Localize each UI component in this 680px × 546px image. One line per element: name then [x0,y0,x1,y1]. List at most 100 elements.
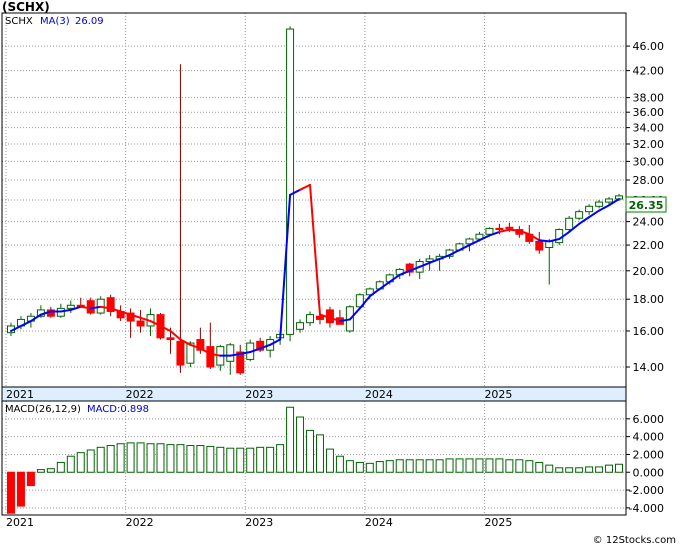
macd-bar [106,445,115,473]
macd-bar [156,443,165,473]
macd-bar [535,461,544,473]
x-tick-label: 2025 [484,388,512,401]
watermark: © 12Stocks.com [593,535,676,546]
candle-body [286,28,295,335]
macd-bar [435,459,444,473]
x-axis-band [1,386,627,402]
candle-body [535,240,544,251]
macd-y-tick-label: 6.000 [633,413,665,426]
macd-bar [76,452,85,473]
macd-y-tick-label: 0.000 [633,466,665,479]
price-y-tick-label: 32.00 [633,138,665,151]
macd-bar [545,464,554,473]
macd-bar [176,444,185,473]
macd-bar [585,466,594,473]
price-y-tick-label: 18.00 [633,293,665,306]
x-tick-label: 2022 [126,388,154,401]
x-tick-label: 2024 [365,388,393,401]
ma-legend-label: MA(3) [40,16,70,27]
candle [565,216,574,231]
price-y-tick-label: 34.00 [633,122,665,135]
macd-bar [335,455,344,473]
macd-bar [46,468,55,473]
chart-title: (SCHX) [2,0,50,14]
macd-bar [306,429,315,473]
macd-bar [166,444,175,473]
ma-segment [538,239,551,243]
price-y-tick-label: 14.00 [633,361,665,374]
macd-y-tick-label: 4.000 [633,431,665,444]
macd-bar [16,471,25,507]
macd-bar [515,459,524,473]
macd-bar [216,446,225,473]
candle-body [485,227,494,235]
price-y-tick-label: 24.00 [633,216,665,229]
macd-bar [196,445,205,473]
macd-bar [286,406,295,473]
macd-bar [615,463,624,473]
macd-bar [246,447,255,473]
macd-x-tick-label: 2022 [126,516,154,529]
candle-body [136,320,145,327]
x-axis-strip: 2021 2022 2023 2024 2025 [1,386,627,402]
macd-bar [325,448,334,473]
macd-bar [385,460,394,473]
candle-body [575,211,584,219]
candle-body [505,226,514,229]
price-y-tick-label: 20.00 [633,265,665,278]
macd-x-tick-label: 2021 [6,516,34,529]
macd-bar [6,471,15,514]
price-y-tick-label: 28.00 [633,174,665,187]
macd-y-tick-label: 2.000 [633,448,665,461]
macd-bar [345,460,354,473]
candle-body [226,344,235,362]
candle-body [86,300,95,314]
macd-bar [595,466,604,473]
price-y-tick-label: 46.00 [633,40,665,53]
candle [96,296,105,315]
macd-bar [565,467,574,473]
macd-bar [126,442,135,473]
macd-bar [136,442,145,473]
macd-bar [605,464,614,473]
price-y-tick-label: 22.00 [633,239,665,252]
macd-bar [256,446,265,473]
candle-body [66,304,75,309]
macd-bar [66,455,75,473]
macd-bar [445,458,454,473]
macd-bar [26,471,35,487]
candle-body [565,217,574,231]
macd-bar [296,416,305,473]
macd-bar [555,467,564,473]
candle-body [206,346,215,368]
ma-segment [508,228,521,232]
macd-x-tick-label: 2023 [245,516,273,529]
macd-bar [146,443,155,473]
macd-bar [96,446,105,473]
price-y-tick-label: 42.00 [633,65,665,78]
macd-bar [375,461,384,473]
macd-bar [276,444,285,473]
macd-bar [226,447,235,473]
macd-bar [415,459,424,473]
macd-bar [575,467,584,473]
candle-body [166,337,175,341]
macd-value-label: MACD:0.898 [87,404,149,415]
macd-bar [525,460,534,473]
macd-bar [315,434,324,473]
macd-bar [425,459,434,473]
candle-body [595,201,604,207]
candle-body [296,322,305,330]
macd-bar [355,461,364,473]
candle-body [605,198,614,203]
ticker-legend-label: SCHX [5,16,33,27]
macd-bar [485,458,494,473]
macd-bar [266,446,275,473]
candle [86,297,95,315]
price-y-tick-label: 38.00 [633,92,665,105]
macd-bar [206,445,215,473]
candle-body [585,205,594,213]
macd-bar [186,445,195,473]
candle-body [176,340,185,366]
macd-y-tick-label: -4.000 [629,502,664,515]
